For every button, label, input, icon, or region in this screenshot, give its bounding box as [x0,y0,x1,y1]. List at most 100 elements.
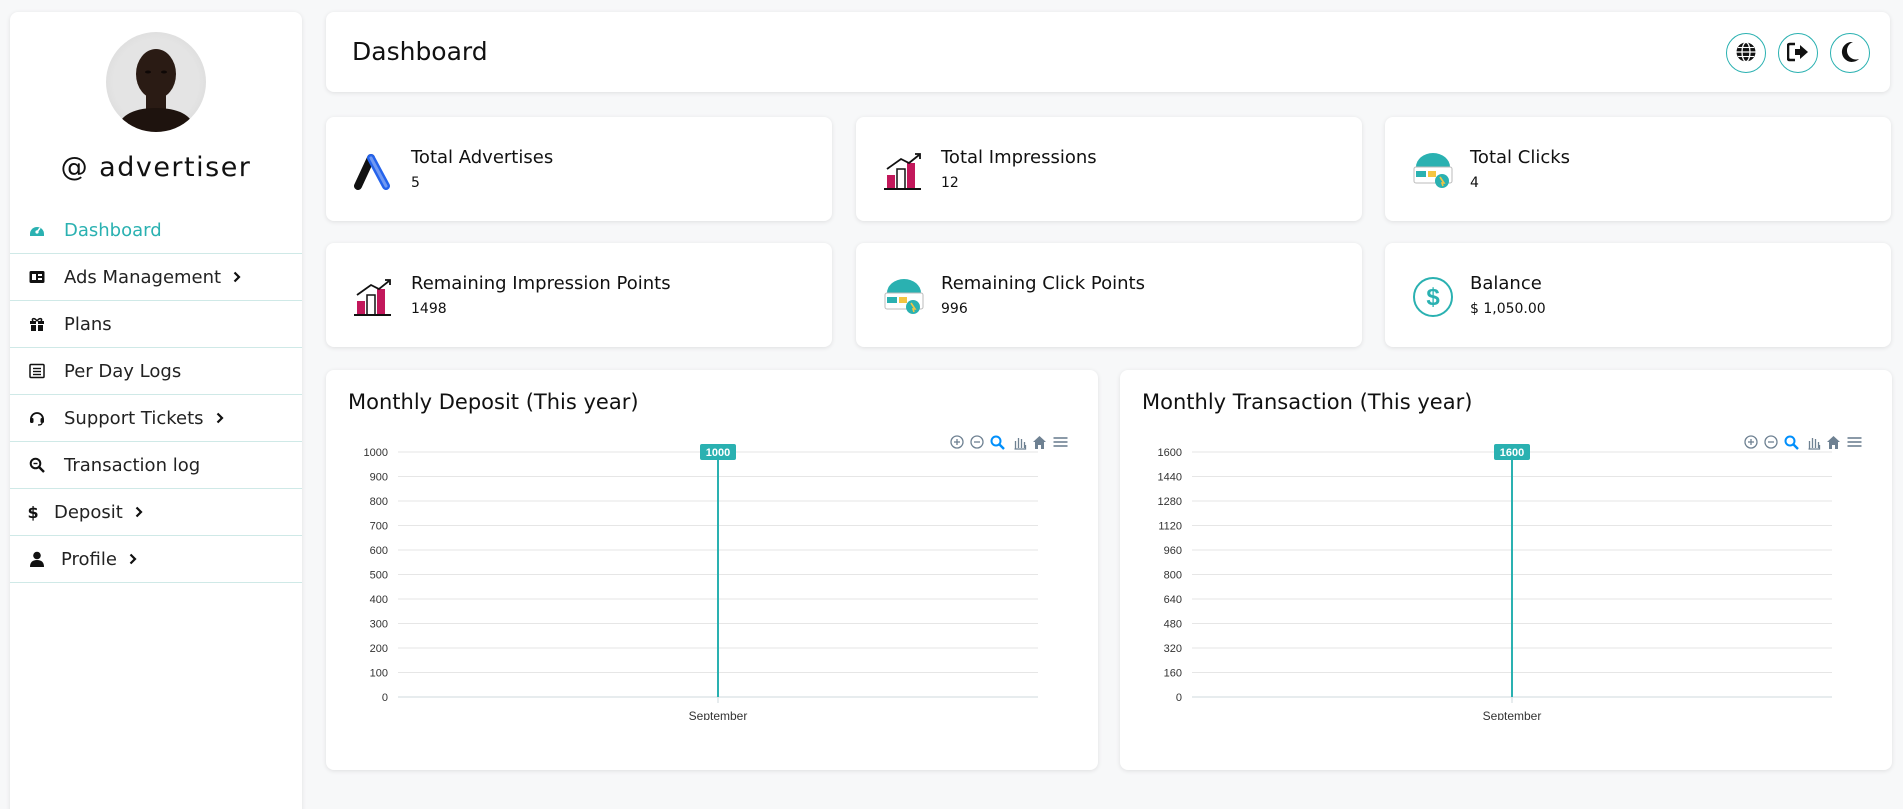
home-icon[interactable] [1033,436,1046,449]
sidebar-item-ads-management[interactable]: Ads Management [10,254,302,301]
y-tick-label: 1120 [1158,521,1182,533]
y-tick-label: 800 [1164,570,1182,582]
pan-hand-icon[interactable] [1808,438,1821,450]
y-tick-label: 160 [1164,668,1182,680]
data-label: 1600 [1500,447,1524,459]
avatar-photo [116,49,196,132]
stat-card-total-clicks: Total Clicks 4 [1385,117,1891,221]
chart-title: Monthly Transaction (This year) [1142,390,1473,414]
stat-card-remaining-impression-points: Remaining Impression Points 1498 [326,243,832,347]
y-tick-label: 1600 [1158,447,1182,459]
sidebar-item-deposit[interactable]: $ Deposit [10,489,302,536]
click-icon [1411,149,1455,193]
sidebar: @ advertiser Dashboard Ads Management Pl… [10,12,302,809]
zoom-out-icon[interactable] [970,435,984,449]
chart-card-monthly-deposit: Monthly Deposit (This year) 1000 900 800 70… [326,370,1098,770]
svg-text:$: $ [1426,284,1440,311]
stat-value: 996 [941,301,968,317]
pan-hand-icon[interactable] [1014,438,1027,450]
stat-card-total-advertises: Total Advertises 5 [326,117,832,221]
zoom-in-icon[interactable] [950,435,964,449]
dollar-circle-icon: $ [1411,275,1455,319]
menu-icon[interactable] [1847,437,1862,447]
y-tick-label: 800 [370,496,388,508]
sidebar-item-support-tickets[interactable]: Support Tickets [10,395,302,442]
list-icon [28,362,46,380]
avatar[interactable] [106,32,206,132]
y-tick-label: 400 [370,594,388,606]
stat-card-remaining-click-points: Remaining Click Points 996 [856,243,1362,347]
click-icon [882,275,926,319]
chevron-right-icon [129,553,137,565]
magnifier-icon[interactable] [1784,435,1799,450]
search-icon [28,456,46,474]
sidebar-item-label: Transaction log [64,454,201,476]
magnifier-icon[interactable] [990,435,1005,450]
dollar-icon: $ [27,502,39,522]
dark-mode-button[interactable] [1830,33,1870,73]
y-tick-label: 1440 [1158,472,1182,484]
y-tick-label: 1000 [364,447,388,459]
sidebar-item-profile[interactable]: Profile [10,536,302,583]
stat-value: 1498 [411,301,447,317]
chart-monthly-transaction: 16001440128011209608006404803201600Septe… [1158,435,1862,720]
y-tick-label: 960 [1164,545,1182,557]
y-tick-label: 700 [370,521,388,533]
stat-value: 5 [411,175,420,191]
zoom-in-icon[interactable] [1744,435,1758,449]
bar[interactable] [717,452,719,697]
y-tick-label: 500 [370,570,388,582]
y-tick-label: 600 [370,545,388,557]
stat-label: Total Advertises [411,147,554,168]
stat-label: Total Impressions [941,147,1097,168]
chevron-right-icon [135,506,143,518]
y-tick-label: 640 [1164,594,1182,606]
stat-label: Remaining Impression Points [411,273,671,294]
y-tick-label: 0 [1176,692,1182,704]
sidebar-item-label: Dashboard [64,219,162,241]
chevron-right-icon [233,271,241,283]
y-tick-label: 900 [370,472,388,484]
x-tick-label: September [689,709,748,720]
sidebar-item-transaction-log[interactable]: Transaction log [10,442,302,489]
sidebar-item-label: Deposit [54,501,123,523]
stat-value: 12 [941,175,959,191]
logout-button[interactable] [1778,33,1818,73]
sidebar-item-plans[interactable]: Plans [10,301,302,348]
y-tick-label: 100 [370,668,388,680]
user-icon [28,550,46,568]
y-tick-label: 480 [1164,619,1182,631]
ad-icon [28,268,46,286]
data-label: 1000 [706,447,730,459]
y-tick-label: 0 [382,692,388,704]
sidebar-item-dashboard[interactable]: Dashboard [10,207,302,254]
moon-icon [1840,41,1860,66]
y-tick-label: 200 [370,643,388,655]
sidebar-item-label: Support Tickets [64,407,204,429]
page-title: Dashboard [352,37,488,66]
stat-label: Total Clicks [1470,147,1571,168]
gauge-icon [28,221,46,239]
x-tick-label: September [1483,709,1542,720]
language-button[interactable] [1726,33,1766,73]
y-tick-label: 1280 [1158,496,1182,508]
chart-title: Monthly Deposit (This year) [348,390,639,414]
zoom-out-icon[interactable] [1764,435,1778,449]
globe-icon [1735,41,1757,66]
y-tick-label: 320 [1164,643,1182,655]
stat-label: Balance [1470,273,1542,294]
chart-monthly-deposit: 10009008007006005004003002001000Septembe… [364,435,1068,720]
sidebar-item-per-day-logs[interactable]: Per Day Logs [10,348,302,395]
bar[interactable] [1511,452,1513,697]
menu-icon[interactable] [1053,437,1068,447]
sidebar-item-label: Ads Management [64,266,222,288]
bar-chart-icon [882,149,926,193]
top-header: Dashboard [326,12,1890,92]
bar-chart-icon [352,275,396,319]
stat-card-balance: $ Balance $ 1,050.00 [1385,243,1891,347]
logout-icon [1786,42,1809,65]
home-icon[interactable] [1827,436,1840,449]
chart-card-monthly-transaction: Monthly Transaction (This year) 1600 1440… [1120,370,1892,770]
google-ads-icon [352,149,396,193]
stat-card-total-impressions: Total Impressions 12 [856,117,1362,221]
